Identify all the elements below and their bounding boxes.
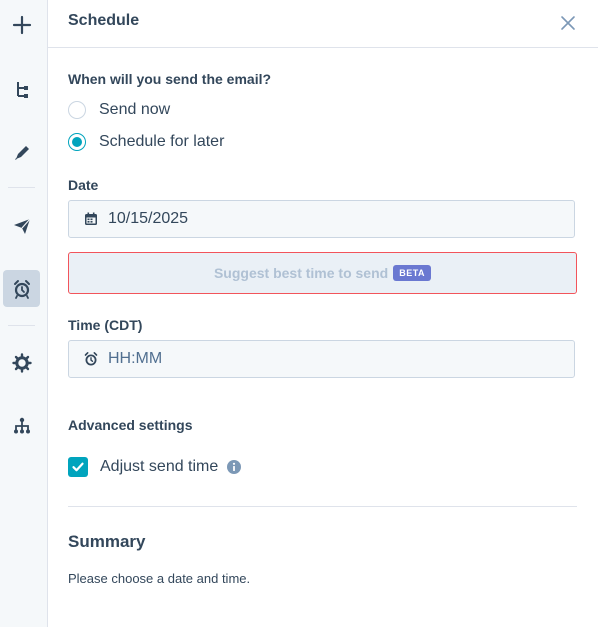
advanced-settings-label: Advanced settings xyxy=(68,417,193,433)
rail-item-structure[interactable] xyxy=(3,70,40,107)
rail-divider xyxy=(8,187,35,188)
rail-item-settings[interactable] xyxy=(3,344,40,381)
hierarchy-icon xyxy=(13,417,30,433)
date-label: Date xyxy=(68,177,99,193)
radio-button[interactable] xyxy=(68,133,86,151)
date-field[interactable]: 10/15/2025 xyxy=(68,200,575,238)
info-icon[interactable] xyxy=(227,460,242,474)
alarm-clock-icon xyxy=(13,279,30,299)
adjust-send-time-checkbox[interactable] xyxy=(68,457,88,477)
checkmark-icon xyxy=(72,462,84,472)
suggest-best-time-button[interactable]: Suggest best time to send BETA xyxy=(68,252,577,294)
summary-text: Please choose a date and time. xyxy=(68,571,251,586)
time-placeholder: HH:MM xyxy=(108,350,163,367)
beta-badge: BETA xyxy=(393,265,432,281)
pencil-icon xyxy=(14,145,29,160)
close-icon[interactable] xyxy=(559,14,577,32)
rail-item-schedule[interactable] xyxy=(3,270,40,307)
radio-label: Send now xyxy=(99,101,171,118)
radio-send-now[interactable]: Send now xyxy=(68,98,170,122)
summary-title: Summary xyxy=(68,532,146,551)
adjust-send-time-row: Adjust send time xyxy=(68,455,242,479)
time-label: Time (CDT) xyxy=(68,317,143,333)
date-value: 10/15/2025 xyxy=(108,210,189,227)
radio-label: Schedule for later xyxy=(99,133,225,150)
schedule-panel: Schedule When will you send the email? S… xyxy=(48,0,598,627)
radio-button[interactable] xyxy=(68,101,86,119)
tree-icon xyxy=(16,81,28,98)
rail-item-edit[interactable] xyxy=(3,134,40,171)
calendar-icon xyxy=(85,212,97,225)
time-field[interactable]: HH:MM xyxy=(68,340,575,378)
rail-divider xyxy=(8,325,35,326)
suggest-best-time-label: Suggest best time to send xyxy=(213,265,389,281)
adjust-send-time-label[interactable]: Adjust send time xyxy=(100,458,218,476)
gear-icon xyxy=(11,352,32,373)
rail-item-hierarchy[interactable] xyxy=(3,407,40,444)
left-rail xyxy=(0,0,48,627)
rail-item-send[interactable] xyxy=(3,207,40,244)
send-icon xyxy=(13,218,30,234)
plus-icon xyxy=(12,15,31,34)
alarm-clock-icon xyxy=(84,352,98,366)
radio-schedule-later[interactable]: Schedule for later xyxy=(68,130,224,154)
panel-header: Schedule xyxy=(48,0,598,48)
send-question-label: When will you send the email? xyxy=(68,71,272,87)
rail-item-add[interactable] xyxy=(3,6,40,43)
panel-title: Schedule xyxy=(68,12,140,29)
summary-divider xyxy=(68,506,577,507)
